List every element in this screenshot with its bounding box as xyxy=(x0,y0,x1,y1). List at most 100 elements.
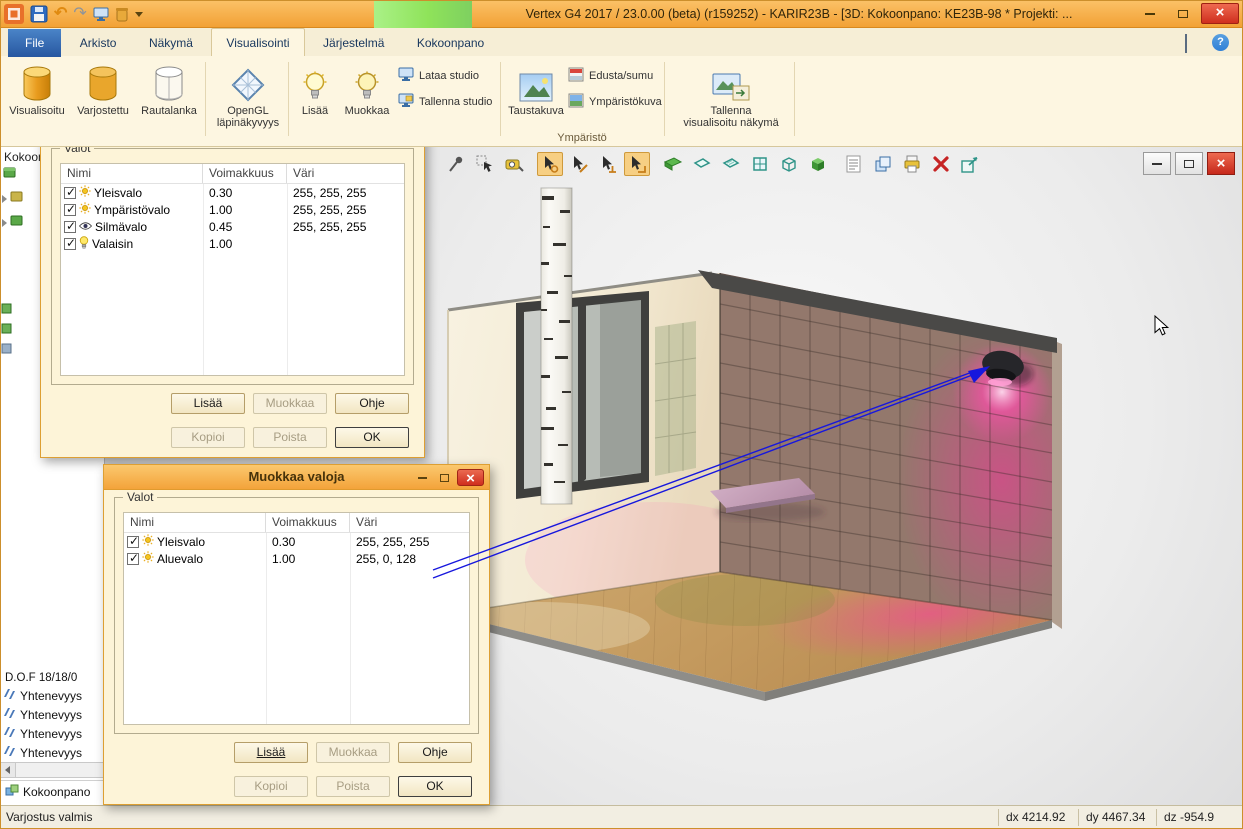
save-icon[interactable] xyxy=(30,3,48,25)
measure-tape-icon[interactable] xyxy=(501,152,527,176)
ok-button[interactable]: OK xyxy=(335,427,409,448)
tab-visualisointi[interactable]: Visualisointi xyxy=(211,28,304,56)
help-button[interactable]: Ohje xyxy=(398,742,472,763)
light-row[interactable]: Ympäristövalo 1.00 255, 255, 255 xyxy=(61,201,404,218)
snap-line-icon[interactable] xyxy=(566,152,592,176)
load-studio-button[interactable]: Lataa studio xyxy=(398,66,492,86)
constraint-row[interactable]: Yhtenevyys xyxy=(3,725,82,742)
snap-point-icon[interactable] xyxy=(537,152,563,176)
export-view-icon[interactable] xyxy=(957,152,983,176)
snap-perpendicular-icon[interactable] xyxy=(595,152,621,176)
monitor-photo-icon xyxy=(712,61,750,103)
visualisoitu-button[interactable]: Visualisoitu xyxy=(6,60,68,134)
light-row[interactable]: Aluevalo 1.00 255, 0, 128 xyxy=(124,550,469,567)
tab-file[interactable]: File xyxy=(8,29,61,57)
dialog-maximize-button[interactable] xyxy=(435,470,453,486)
ok-button[interactable]: OK xyxy=(398,776,472,797)
viewport-close-button[interactable] xyxy=(1207,152,1235,175)
edit-lights-button[interactable]: Muokkaa xyxy=(340,60,394,134)
part-list-icon[interactable] xyxy=(841,152,867,176)
cube-outline-icon[interactable] xyxy=(776,152,802,176)
panel-tab-kokoonpano[interactable]: Kokoonpano xyxy=(0,780,104,802)
minimize-button[interactable] xyxy=(1135,3,1165,24)
screen-icon[interactable] xyxy=(93,3,109,25)
delete-button[interactable]: Poista xyxy=(253,427,327,448)
print-icon[interactable] xyxy=(899,152,925,176)
tree-item[interactable] xyxy=(2,191,23,207)
copy-button[interactable]: Kopioi xyxy=(171,427,245,448)
save-visualized-view-button[interactable]: Tallennavisualisoitu näkymä xyxy=(672,60,790,134)
delete-button[interactable]: Poista xyxy=(316,776,390,797)
foreground-fog-button[interactable]: Edusta/sumu xyxy=(568,66,662,86)
expand-caret-icon[interactable] xyxy=(2,219,7,227)
light-row[interactable]: Silmävalo 0.45 255, 255, 255 xyxy=(61,218,404,235)
scroll-left-button[interactable] xyxy=(0,763,16,777)
tree-item[interactable] xyxy=(1,342,12,358)
checkbox-checked[interactable] xyxy=(127,553,139,565)
maximize-button[interactable] xyxy=(1168,3,1198,24)
dialog-minimize-button[interactable] xyxy=(413,470,431,486)
edit-lights-dialog-2[interactable]: Muokkaa valoja Valot Nimi Voimakkuus Vär… xyxy=(103,464,490,805)
light-row[interactable]: Yleisvalo 0.30 255, 255, 255 xyxy=(61,184,404,201)
edit-lights-dialog-1[interactable]: Muokkaa valoja Valot Nimi Voimakkuus Vär… xyxy=(40,115,425,458)
checkbox-checked[interactable] xyxy=(127,536,139,548)
qat-dropdown-icon[interactable] xyxy=(135,3,143,25)
cube-green-icon[interactable] xyxy=(805,152,831,176)
copy-layers-icon[interactable] xyxy=(870,152,896,176)
save-studio-button[interactable]: Tallenna studio xyxy=(398,92,492,112)
checkbox-checked[interactable] xyxy=(64,238,76,250)
snap-corner-icon[interactable] xyxy=(624,152,650,176)
checkbox-checked[interactable] xyxy=(64,221,76,233)
varjostettu-button[interactable]: Varjostettu xyxy=(72,60,134,134)
jar-icon[interactable] xyxy=(115,3,129,25)
horizontal-scrollbar[interactable] xyxy=(0,762,104,778)
tab-kokoonpano[interactable]: Kokoonpano xyxy=(403,29,498,57)
collapse-ribbon-button[interactable] xyxy=(1185,36,1199,48)
tree-item[interactable] xyxy=(2,215,23,231)
redo-icon[interactable]: ↷ xyxy=(73,3,86,25)
viewport-restore-button[interactable] xyxy=(1175,152,1203,175)
pushpin-icon[interactable] xyxy=(443,152,469,176)
app-logo-icon[interactable] xyxy=(4,3,24,25)
tab-nakyma[interactable]: Näkymä xyxy=(135,29,207,57)
add-light-button[interactable]: Lisää xyxy=(292,60,338,134)
lights-table[interactable]: Nimi Voimakkuus Väri Yleisvalo 0.30 255,… xyxy=(123,512,470,725)
window-face-icon[interactable] xyxy=(747,152,773,176)
dialog-title-bar[interactable]: Muokkaa valoja xyxy=(104,465,489,490)
constraint-row[interactable]: Yhtenevyys xyxy=(3,706,82,723)
edit-button[interactable]: Muokkaa xyxy=(316,742,390,763)
light-row[interactable]: Valaisin 1.00 xyxy=(61,235,404,252)
opengl-transparency-button[interactable]: OpenGLläpinäkyvyys xyxy=(210,60,286,134)
add-button[interactable]: Lisää xyxy=(171,393,245,414)
tab-jarjestelma[interactable]: Järjestelmä xyxy=(309,29,398,57)
face-shaded-icon[interactable] xyxy=(718,152,744,176)
environment-image-button[interactable]: Ympäristökuva xyxy=(568,92,662,112)
expand-caret-icon[interactable] xyxy=(2,195,7,203)
constraint-row[interactable]: Yhtenevyys xyxy=(3,744,82,761)
table-header: Nimi Voimakkuus Väri xyxy=(61,164,404,184)
face-outline-icon[interactable] xyxy=(689,152,715,176)
delete-icon[interactable] xyxy=(928,152,954,176)
face-green-icon[interactable] xyxy=(660,152,686,176)
edit-button[interactable]: Muokkaa xyxy=(253,393,327,414)
dialog-close-button[interactable] xyxy=(457,469,484,486)
checkbox-checked[interactable] xyxy=(64,187,76,199)
tree-item[interactable] xyxy=(1,302,12,318)
tree-item[interactable] xyxy=(1,322,12,338)
constraint-row[interactable]: Yhtenevyys xyxy=(3,687,82,704)
help-button[interactable]: Ohje xyxy=(335,393,409,414)
undo-icon[interactable]: ↶ xyxy=(54,3,67,25)
help-button[interactable]: ? xyxy=(1212,34,1229,51)
select-area-icon[interactable] xyxy=(472,152,498,176)
tree-item[interactable] xyxy=(3,167,16,183)
viewport-minimize-button[interactable] xyxy=(1143,152,1171,175)
checkbox-checked[interactable] xyxy=(64,204,76,216)
lights-table[interactable]: Nimi Voimakkuus Väri Yleisvalo 0.30 255,… xyxy=(60,163,405,376)
rautalanka-button[interactable]: Rautalanka xyxy=(138,60,200,134)
copy-button[interactable]: Kopioi xyxy=(234,776,308,797)
tab-arkisto[interactable]: Arkisto xyxy=(66,29,131,57)
add-button[interactable]: Lisää xyxy=(234,742,308,763)
background-image-button[interactable]: Taustakuva xyxy=(508,60,564,134)
light-row[interactable]: Yleisvalo 0.30 255, 255, 255 xyxy=(124,533,469,550)
close-button[interactable] xyxy=(1201,3,1239,24)
